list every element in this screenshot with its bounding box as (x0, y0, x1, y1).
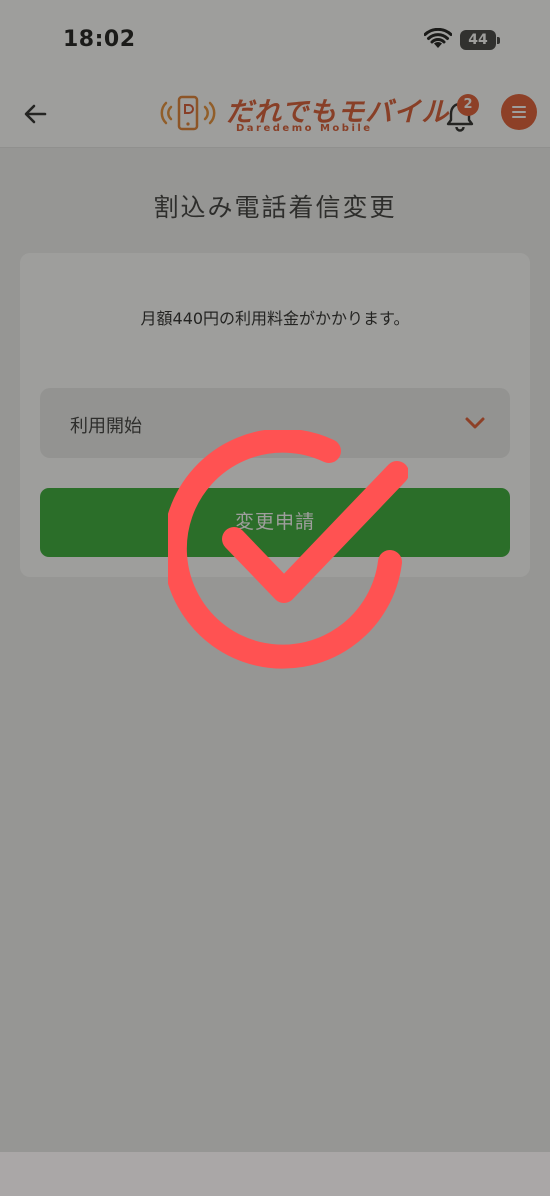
success-check-icon (168, 430, 408, 669)
bottom-bar (0, 1152, 550, 1196)
